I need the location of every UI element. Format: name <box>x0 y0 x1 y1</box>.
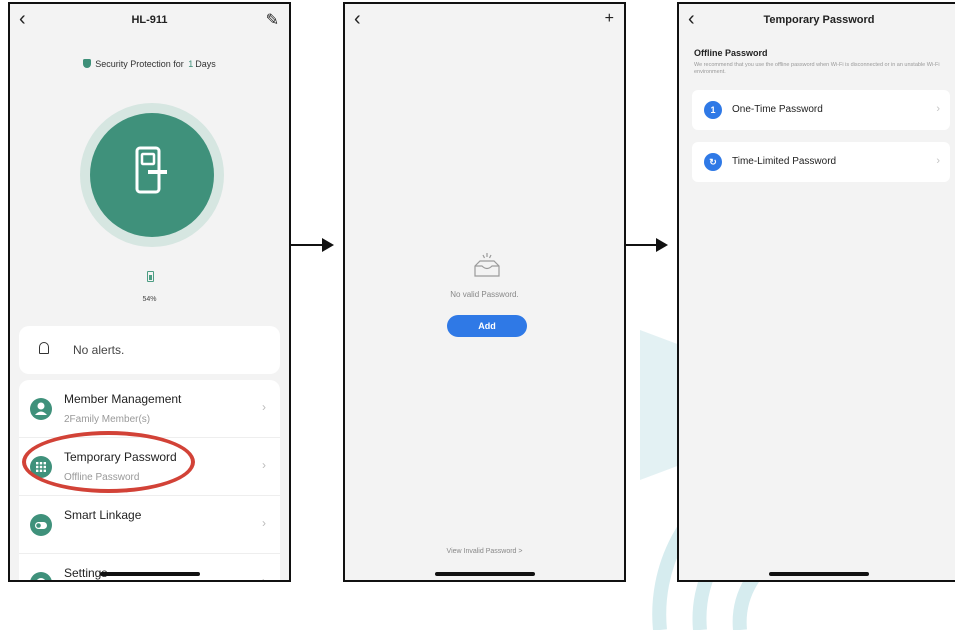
back-icon[interactable]: ‹ <box>354 9 361 29</box>
nav-bar: ‹ + <box>345 4 624 38</box>
security-days: 1 <box>188 59 194 69</box>
menu-item-settings[interactable]: Settings › <box>19 554 280 582</box>
page-title: HL-911 <box>131 14 168 26</box>
alerts-text: No alerts. <box>73 343 125 357</box>
flow-arrow <box>626 238 668 252</box>
add-button[interactable]: Add <box>447 315 527 337</box>
option-label: One-Time Password <box>732 104 823 115</box>
unlock-button[interactable] <box>90 113 214 237</box>
edit-icon[interactable]: ✎ <box>266 10 279 30</box>
nav-bar: ‹ Temporary Password <box>679 4 955 38</box>
battery-icon <box>147 271 154 282</box>
chevron-right-icon: › <box>262 574 266 582</box>
home-indicator <box>769 572 869 576</box>
home-indicator <box>99 572 200 576</box>
menu-item-smart-linkage[interactable]: Smart Linkage › <box>19 496 280 554</box>
security-suffix: Days <box>195 59 216 69</box>
refresh-icon: ↻ <box>704 153 722 171</box>
empty-inbox-icon <box>474 253 500 277</box>
badge-one-icon: 1 <box>704 101 722 119</box>
shield-icon <box>83 59 92 68</box>
chevron-right-icon: › <box>262 458 266 472</box>
security-prefix: Security Protection for <box>95 59 184 69</box>
security-status: Security Protection for 1 Days <box>10 59 289 69</box>
nav-bar: ‹ HL-911 ✎ <box>10 4 289 38</box>
view-invalid-password-link[interactable]: View Invalid Password > <box>345 548 624 555</box>
section-title: Offline Password <box>694 48 768 58</box>
option-one-time-password[interactable]: 1 One-Time Password › <box>692 90 950 130</box>
plus-icon[interactable]: + <box>605 10 614 28</box>
chevron-right-icon: › <box>262 400 266 414</box>
flow-arrow <box>291 238 334 252</box>
option-label: Time-Limited Password <box>732 156 837 167</box>
phone-screen-device: ‹ HL-911 ✎ Security Protection for 1 Days… <box>8 2 291 582</box>
chevron-right-icon: › <box>936 155 940 167</box>
menu-item-title: Member Management <box>64 392 182 406</box>
home-indicator <box>434 572 535 576</box>
person-icon <box>30 398 52 420</box>
gear-icon <box>30 572 52 580</box>
phone-screen-temporary-password: ‹ Temporary Password Offline Password We… <box>677 2 955 582</box>
chevron-right-icon: › <box>936 103 940 115</box>
battery-level: 54% <box>142 296 157 303</box>
menu-item-subtitle: 2Family Member(s) <box>64 414 151 425</box>
door-lock-icon <box>135 146 167 194</box>
chevron-right-icon: › <box>262 516 266 530</box>
phone-screen-password-list: ‹ + No valid Password. Add View Invalid … <box>343 2 626 582</box>
empty-state-text: No valid Password. <box>450 290 519 299</box>
toggle-icon <box>30 514 52 536</box>
page-title: Temporary Password <box>763 14 875 26</box>
menu-item-title: Smart Linkage <box>64 508 142 522</box>
section-description: We recommend that you use the offline pa… <box>694 62 940 75</box>
menu-item-member-management[interactable]: Member Management 2Family Member(s) › <box>19 380 280 438</box>
alerts-card[interactable]: No alerts. <box>19 326 280 374</box>
highlight-circle <box>22 431 195 493</box>
option-time-limited-password[interactable]: ↻ Time-Limited Password › <box>692 142 950 182</box>
bell-icon <box>39 342 49 354</box>
